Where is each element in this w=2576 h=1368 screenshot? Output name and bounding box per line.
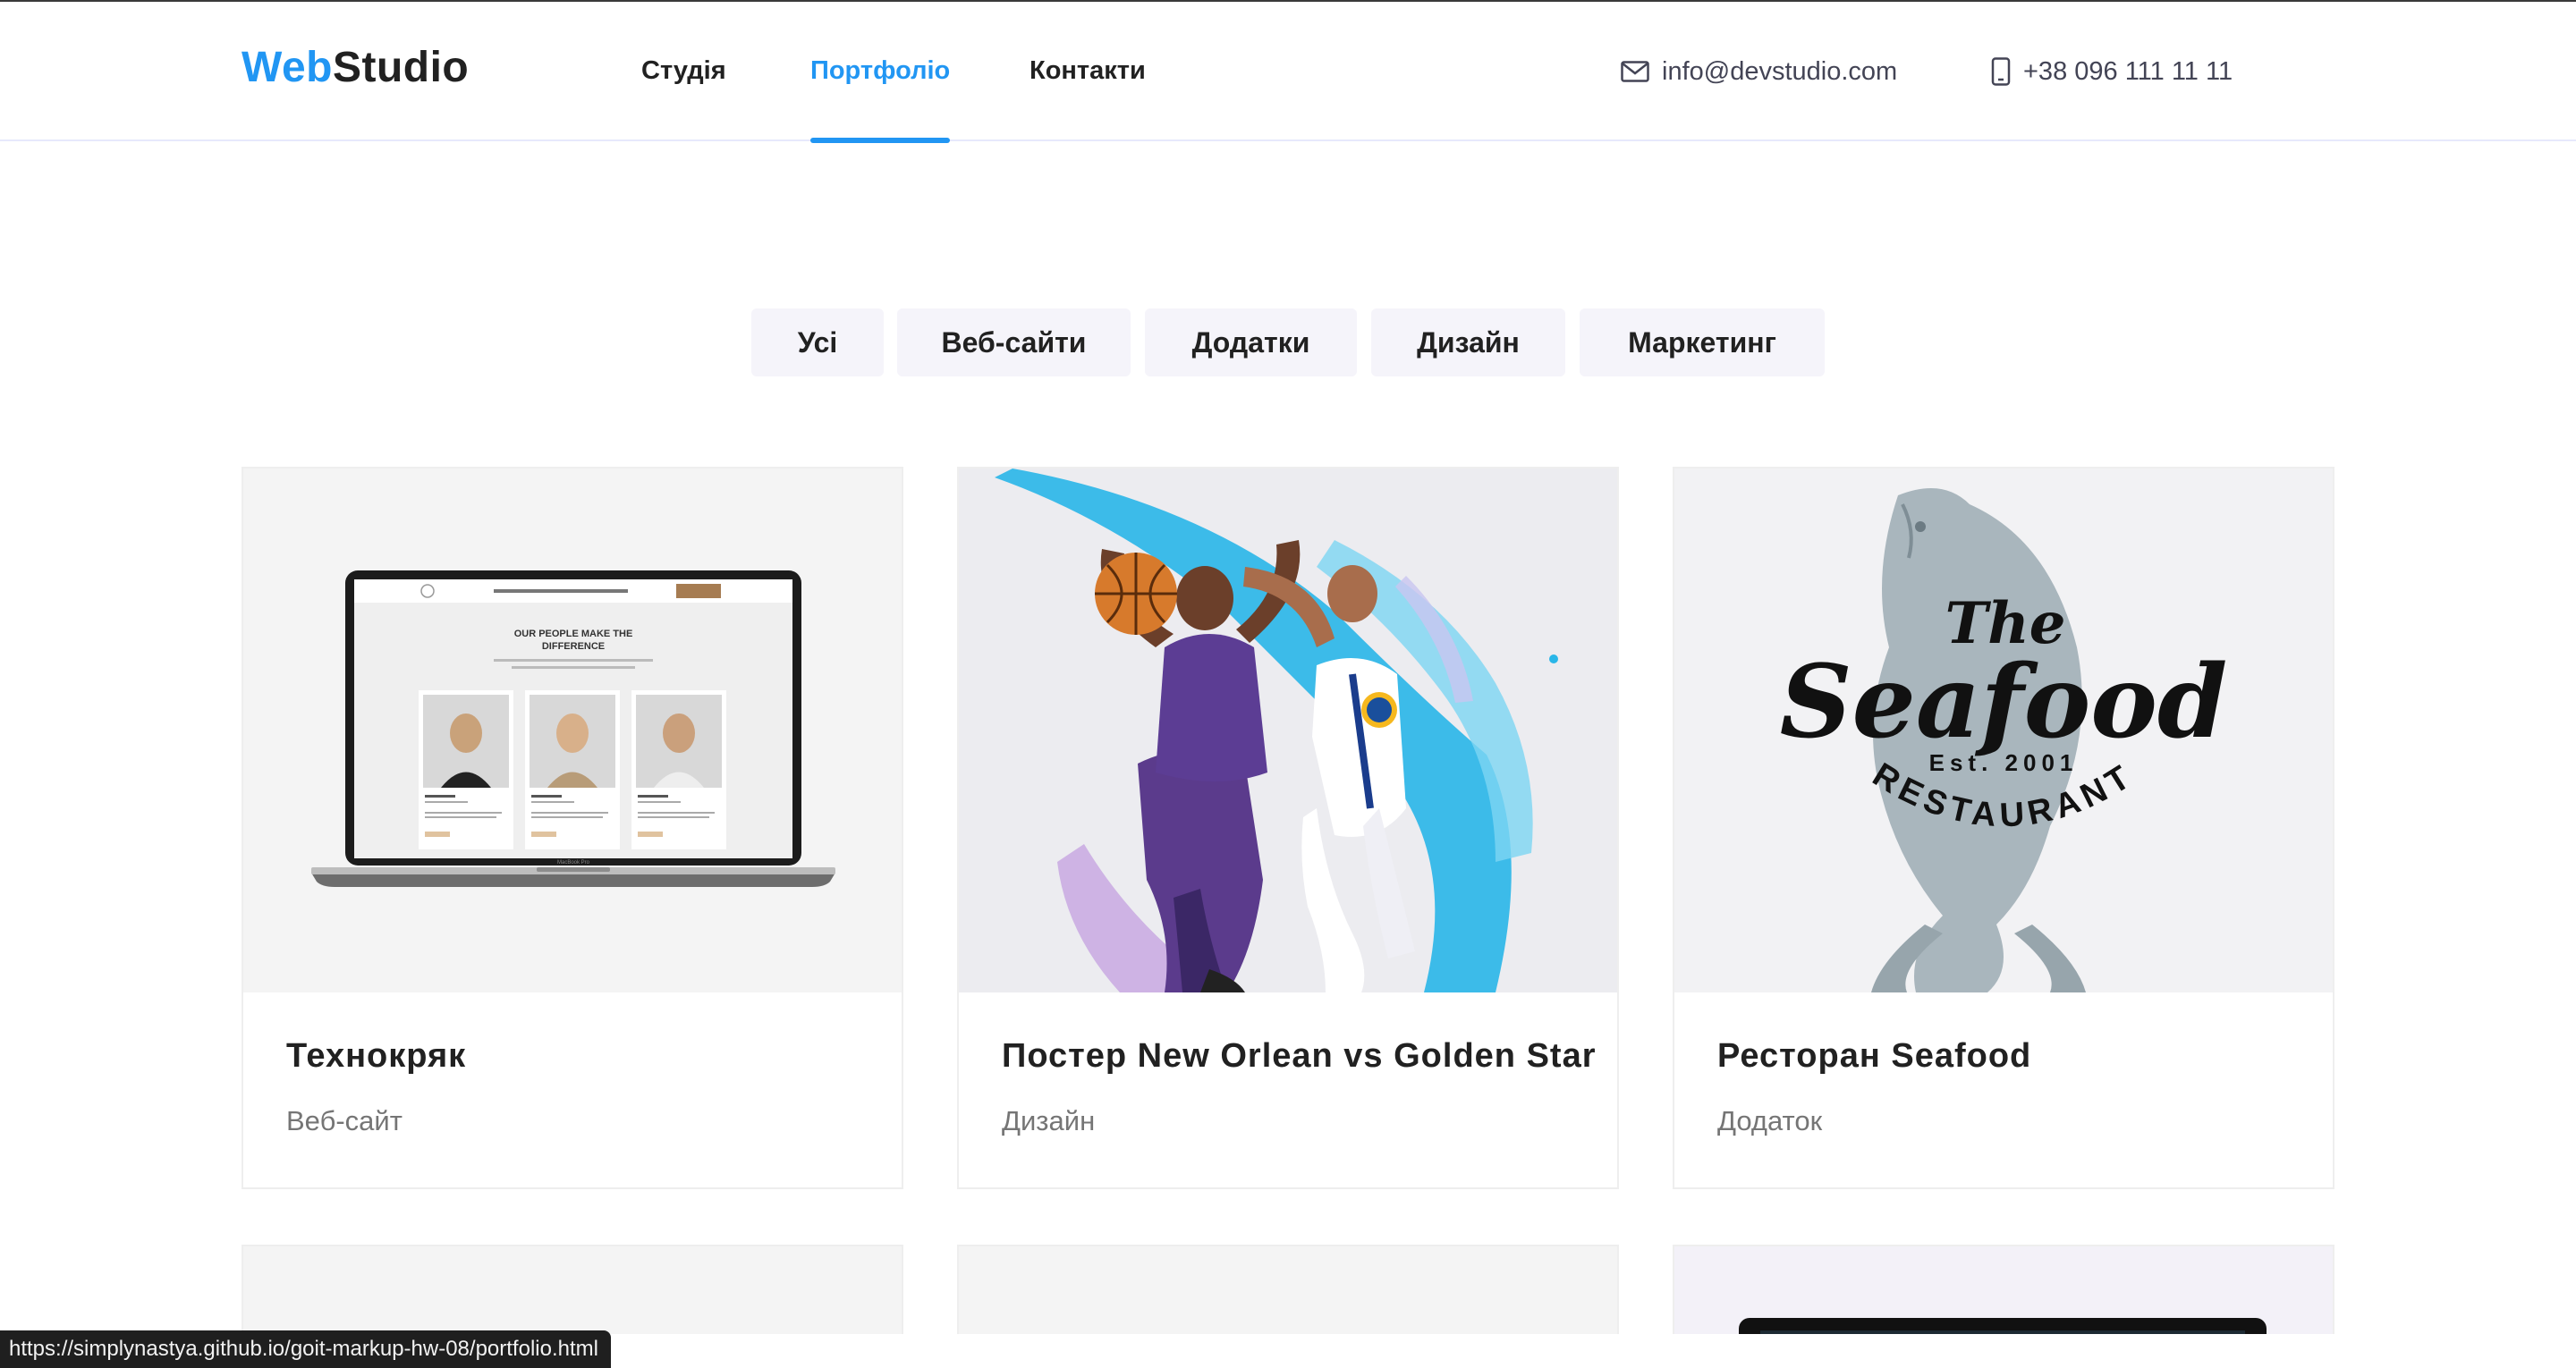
card-tag: Веб-сайт xyxy=(286,1105,402,1136)
nav-portfolio[interactable]: Портфоліо xyxy=(810,2,951,143)
portfolio-card-row2-1[interactable] xyxy=(242,1245,903,1334)
filter-all-button[interactable]: Усі xyxy=(751,308,884,376)
nav-contacts[interactable]: Контакти xyxy=(1030,2,1146,141)
portfolio-card-technokryak[interactable]: OUR PEOPLE MAKE THE DIFFERENCE MacBook P… xyxy=(242,467,903,1189)
card-title: Технокряк xyxy=(286,1037,467,1075)
portfolio-card-row2-2[interactable] xyxy=(957,1245,1619,1334)
logo-est-text: Est. 2001 xyxy=(1929,749,2079,776)
email-link[interactable]: info@devstudio.com xyxy=(1621,2,1897,141)
mockup-heading-line1: OUR PEOPLE MAKE THE xyxy=(514,629,633,639)
seafood-logo-image: The Seafood Est. 2001 RESTAURANT xyxy=(1674,469,2333,992)
filter-design-button[interactable]: Дизайн xyxy=(1371,308,1565,376)
phone-link[interactable]: +38 096 111 11 11 xyxy=(1991,2,2233,141)
laptop-dark-partial-image xyxy=(1739,1318,2267,1334)
site-header: WebStudio Студія Портфоліо Контакти info… xyxy=(0,2,2576,143)
portfolio-card-row2-3[interactable] xyxy=(1673,1245,2334,1334)
card-title: Ресторан Seafood xyxy=(1717,1037,2032,1075)
portfolio-filters: Усі Веб-сайти Додатки Дизайн Маркетинг xyxy=(0,308,2576,376)
basketball-poster-image xyxy=(959,469,1617,992)
logo[interactable]: WebStudio xyxy=(242,43,469,92)
mockup-base-label: MacBook Pro xyxy=(557,860,590,866)
card-title: Постер New Orlean vs Golden Star xyxy=(1002,1037,1597,1075)
email-text: info@devstudio.com xyxy=(1662,56,1898,86)
laptop-mockup-image: OUR PEOPLE MAKE THE DIFFERENCE MacBook P… xyxy=(243,469,902,992)
filter-apps-button[interactable]: Додатки xyxy=(1145,308,1357,376)
card-tag: Дизайн xyxy=(1002,1105,1096,1136)
mockup-heading-line2: DIFFERENCE xyxy=(542,641,605,652)
filter-websites-button[interactable]: Веб-сайти xyxy=(897,308,1131,376)
logo-web-part: Web xyxy=(242,44,333,91)
phone-icon xyxy=(1991,57,2011,86)
mail-icon xyxy=(1621,61,1649,82)
phone-text: +38 096 111 11 11 xyxy=(2023,56,2233,86)
portfolio-card-poster[interactable]: Постер New Orlean vs Golden Star Дизайн xyxy=(957,467,1619,1189)
logo-studio-part: Studio xyxy=(332,44,470,91)
browser-status-url: https://simplynastya.github.io/goit-mark… xyxy=(0,1330,611,1368)
logo-seafood-text: Seafood xyxy=(1780,644,2228,761)
nav-studio[interactable]: Студія xyxy=(641,2,726,141)
filter-marketing-button[interactable]: Маркетинг xyxy=(1580,308,1825,376)
card-tag: Додаток xyxy=(1717,1105,1823,1136)
portfolio-card-seafood[interactable]: The Seafood Est. 2001 RESTAURANT Рестора… xyxy=(1673,467,2334,1189)
